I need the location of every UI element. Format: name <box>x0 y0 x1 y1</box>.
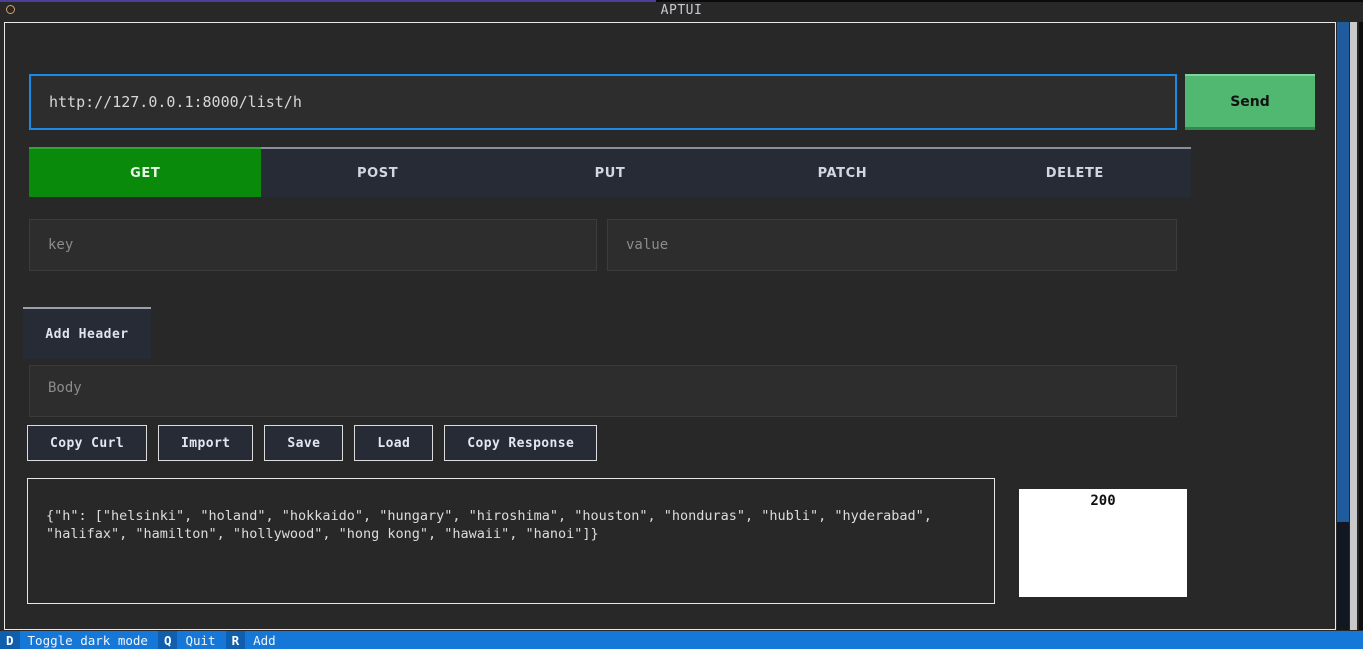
url-row: Send <box>29 74 1313 130</box>
add-header-button[interactable]: Add Header <box>23 307 151 359</box>
keybinding-key-r[interactable]: R <box>226 631 246 649</box>
tab-post[interactable]: POST <box>261 149 493 197</box>
tab-patch[interactable]: PATCH <box>726 149 958 197</box>
main-content: Send GET POST PUT PATCH DELETE Add Heade… <box>5 23 1337 629</box>
status-panel: 200 <box>1019 489 1187 597</box>
action-button-row: Copy Curl Import Save Load Copy Response <box>27 425 597 461</box>
keybinding-label-quit[interactable]: Quit <box>177 631 225 649</box>
copy-response-button[interactable]: Copy Response <box>444 425 597 461</box>
tab-get[interactable]: GET <box>29 147 261 197</box>
window-control-icon[interactable] <box>6 5 15 14</box>
status-badge: 200 <box>1090 493 1115 597</box>
keybinding-label-add[interactable]: Add <box>245 631 286 649</box>
window-frame: Send GET POST PUT PATCH DELETE Add Heade… <box>4 22 1336 630</box>
title-accent-left <box>0 0 656 2</box>
http-method-tabs: GET POST PUT PATCH DELETE <box>29 147 1191 197</box>
vertical-scrollbar-thumb[interactable] <box>1337 22 1349 522</box>
save-button[interactable]: Save <box>264 425 343 461</box>
footer-keybindings: D Toggle dark mode Q Quit R Add <box>0 631 1363 649</box>
page-title: APTUI <box>661 3 703 18</box>
app-window: APTUI Send GET POST PUT PATCH DELETE <box>0 0 1363 649</box>
title-bar: APTUI <box>0 0 1363 21</box>
url-input[interactable] <box>29 74 1177 130</box>
import-button[interactable]: Import <box>158 425 253 461</box>
keybinding-key-d[interactable]: D <box>0 631 20 649</box>
keybinding-key-q[interactable]: Q <box>158 631 178 649</box>
load-button[interactable]: Load <box>354 425 433 461</box>
header-key-input[interactable] <box>29 219 597 271</box>
send-button[interactable]: Send <box>1185 74 1315 130</box>
header-kv-row <box>29 219 1313 271</box>
vertical-scrollbar-track[interactable] <box>1337 22 1349 630</box>
response-body: {"h": ["helsinki", "holand", "hokkaido",… <box>27 478 995 604</box>
header-value-input[interactable] <box>607 219 1177 271</box>
scrollbar-outer-gap <box>1350 22 1357 630</box>
copy-curl-button[interactable]: Copy Curl <box>27 425 147 461</box>
tab-delete[interactable]: DELETE <box>959 149 1191 197</box>
tab-put[interactable]: PUT <box>494 149 726 197</box>
window-right-edge <box>1359 22 1363 630</box>
keybinding-label-toggle-dark-mode[interactable]: Toggle dark mode <box>20 631 158 649</box>
title-accent-right <box>656 0 1363 2</box>
body-input[interactable] <box>29 365 1177 417</box>
